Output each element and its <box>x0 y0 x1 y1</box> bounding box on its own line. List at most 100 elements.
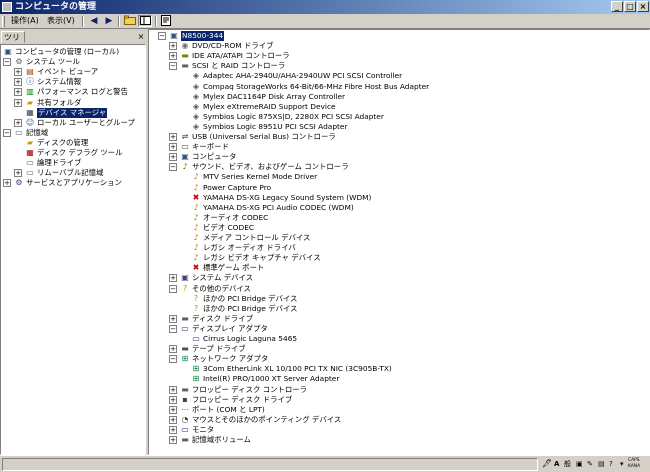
ime-icon[interactable]: 🖋 <box>542 458 552 470</box>
collapse-toggle[interactable]: − <box>169 62 177 71</box>
expand-toggle[interactable]: + <box>14 98 22 107</box>
tree-item[interactable]: ⊞ Intel(R) PRO/1000 XT Server Adapter <box>149 374 649 384</box>
tree-item[interactable]: ◈ Mylex DAC1164P Disk Array Controller <box>149 92 649 102</box>
tree-item[interactable]: − ▣ N8500-344 <box>149 31 649 41</box>
expand-toggle[interactable]: + <box>169 143 177 152</box>
collapse-toggle[interactable]: − <box>3 128 11 137</box>
tree-item[interactable]: ? ほかの PCI Bridge デバイス <box>149 304 649 314</box>
maximize-button[interactable]: □ <box>624 1 636 12</box>
tree-item[interactable]: + ▪ フロッピー ディスク ドライブ <box>149 395 649 405</box>
tree-item[interactable]: ▰ ディスクの管理 <box>1 138 145 148</box>
tree-item[interactable]: + ▬ IDE ATA/ATAPI コントローラ <box>149 51 649 61</box>
expand-toggle[interactable]: + <box>14 169 22 178</box>
ime-mode[interactable]: A <box>554 458 559 470</box>
title-bar[interactable]: コンピュータの管理 _ □ × <box>0 0 650 14</box>
tree-item[interactable]: + ▭ モニタ <box>149 425 649 435</box>
tree-item[interactable]: ▦ ディスク デフラグ ツール <box>1 148 145 158</box>
tree-item[interactable]: − ▬ SCSI と RAID コントローラ <box>149 61 649 71</box>
collapse-toggle[interactable]: − <box>169 163 177 172</box>
expand-toggle[interactable]: + <box>169 415 177 424</box>
expand-toggle[interactable]: + <box>14 78 22 87</box>
close-button[interactable]: × <box>637 1 649 12</box>
tree-item[interactable]: − ▭ 記憶域 <box>1 128 145 138</box>
expand-toggle[interactable]: + <box>169 345 177 354</box>
ime-dict-icon[interactable]: ▤ <box>598 458 605 470</box>
ime-tool-icon[interactable]: ✎ <box>587 458 593 470</box>
tree-item[interactable]: ✖ 標準ゲーム ポート <box>149 263 649 273</box>
collapse-toggle[interactable]: − <box>169 284 177 293</box>
tree-item[interactable]: ⊞ 3Com EtherLink XL 10/100 PCI TX NIC (3C… <box>149 364 649 374</box>
folder-up-icon[interactable] <box>123 15 137 27</box>
expand-toggle[interactable]: + <box>169 395 177 404</box>
expand-toggle[interactable]: + <box>14 88 22 97</box>
expand-toggle[interactable]: + <box>169 42 177 51</box>
console-tree-pane[interactable]: ▣ コンピュータの管理 (ローカル) − ⚙ システム ツール + ▤ イベント ビューア + ⓘ… <box>0 44 146 455</box>
collapse-toggle[interactable]: − <box>158 32 166 40</box>
tree-item[interactable]: ♪ レガシ オーディオ ドライバ <box>149 243 649 253</box>
tree-item[interactable]: + ▥ パフォーマンス ログと警告 <box>1 87 145 97</box>
tree-item[interactable]: + ⇌ USB (Universal Serial Bus) コントローラ <box>149 132 649 142</box>
close-icon[interactable]: × <box>136 32 146 42</box>
tree-item[interactable]: + ▣ コンピュータ <box>149 152 649 162</box>
expand-toggle[interactable]: + <box>169 425 177 434</box>
tree-item[interactable]: + ▰ 共有フォルダ <box>1 98 145 108</box>
expand-toggle[interactable]: + <box>3 179 11 188</box>
collapse-toggle[interactable]: − <box>3 58 11 67</box>
expand-toggle[interactable]: + <box>14 68 22 77</box>
tree-item[interactable]: ♪ YAMAHA DS-XG PCI Audio CODEC (WDM) <box>149 203 649 213</box>
tree-item[interactable]: + ▬ 記憶域ボリューム <box>149 435 649 445</box>
tree-item[interactable]: + ⓘ システム情報 <box>1 77 145 87</box>
expand-toggle[interactable]: + <box>14 118 22 127</box>
forward-arrow-icon[interactable]: ▶ <box>102 15 116 27</box>
tree-item[interactable]: ▦ デバイス マネージャ <box>1 107 145 118</box>
tree-item[interactable]: + ☺ ローカル ユーザーとグループ <box>1 118 145 128</box>
expand-toggle[interactable]: + <box>169 52 177 61</box>
tree-item[interactable]: −? その他のデバイス <box>149 284 649 294</box>
tree-item[interactable]: ◈ Symbios Logic 8951U PCI SCSI Adapter <box>149 122 649 132</box>
expand-toggle[interactable]: + <box>169 274 177 283</box>
expand-toggle[interactable]: + <box>169 405 177 414</box>
tree-item[interactable]: + ▭ キーボード <box>149 142 649 152</box>
tree-item[interactable]: + ▬ フロッピー ディスク コントローラ <box>149 385 649 395</box>
tree-item[interactable]: ▭ Cirrus Logic Laguna 5465 <box>149 334 649 344</box>
tab-tree[interactable]: ツリー <box>1 31 25 54</box>
tree-item[interactable]: + ▭ リムーバブル記憶域 <box>1 168 145 178</box>
tree-item[interactable]: ♪ メディア コントロール デバイス <box>149 233 649 243</box>
tree-item[interactable]: ◈ Mylex eXtremeRAID Support Device <box>149 102 649 112</box>
tree-item[interactable]: ◈ Symbios Logic 875XS|D, 2280X PCI SCSI A… <box>149 112 649 122</box>
tree-item[interactable]: + ◔ マウスとそのほかのポインティング デバイス <box>149 415 649 425</box>
expand-toggle[interactable]: + <box>169 385 177 394</box>
tree-item[interactable]: + ▬ ディスク ドライブ <box>149 314 649 324</box>
expand-toggle[interactable]: + <box>169 314 177 323</box>
tree-item[interactable]: ♪ ビデオ CODEC <box>149 223 649 233</box>
tree-item[interactable]: ✖ YAMAHA DS-XG Legacy Sound System (WDM) <box>149 193 649 203</box>
tree-item[interactable]: ♪ オーディオ CODEC <box>149 213 649 223</box>
collapse-toggle[interactable]: − <box>169 324 177 333</box>
device-tree-pane[interactable]: − ▣ N8500-344 + ◉ DVD/CD-ROM ドライブ + ▬ IDE ATA/AT… <box>148 29 650 455</box>
menu-view[interactable]: 表示(V) <box>44 14 78 28</box>
tree-item[interactable]: ? ほかの PCI Bridge デバイス <box>149 294 649 304</box>
minimize-button[interactable]: _ <box>611 1 623 12</box>
tree-item[interactable]: − ⊞ ネットワーク アダプタ <box>149 354 649 364</box>
tree-item[interactable]: − ▭ ディスプレイ アダプタ <box>149 324 649 334</box>
ime-help-icon[interactable]: ? <box>609 458 613 470</box>
tree-item[interactable]: + ▣ システム デバイス <box>149 273 649 283</box>
tree-item[interactable]: ◈ Compaq StorageWorks 64-Bit/66-MHz Fibre… <box>149 82 649 92</box>
tree-item[interactable]: + ▬ テープ ドライブ <box>149 344 649 354</box>
ime-kana[interactable]: 般 <box>564 458 571 470</box>
tree-item[interactable]: ♪ MTV Series Kernel Mode Driver <box>149 172 649 182</box>
tree-item[interactable]: + ◉ DVD/CD-ROM ドライブ <box>149 41 649 51</box>
tree-item[interactable]: + ⚙ サービスとアプリケーション <box>1 178 145 188</box>
tree-item[interactable]: + ▤ イベント ビューア <box>1 67 145 77</box>
tree-item[interactable]: ◈ Adaptec AHA-2940U/AHA-2940UW PCI SCSI C… <box>149 71 649 81</box>
menu-action[interactable]: 操作(A) <box>8 14 42 28</box>
back-arrow-icon[interactable]: ◀ <box>87 15 101 27</box>
ime-menu-icon[interactable]: ▾ <box>620 458 624 470</box>
collapse-toggle[interactable]: − <box>169 355 177 364</box>
ime-pad-icon[interactable]: ▣ <box>576 458 583 470</box>
tree-item[interactable]: ▣ コンピュータの管理 (ローカル) <box>1 47 145 57</box>
properties-icon[interactable] <box>159 15 173 27</box>
tree-item[interactable]: − ⚙ システム ツール <box>1 57 145 67</box>
show-hide-tree-icon[interactable] <box>138 15 152 27</box>
expand-toggle[interactable]: + <box>169 436 177 444</box>
